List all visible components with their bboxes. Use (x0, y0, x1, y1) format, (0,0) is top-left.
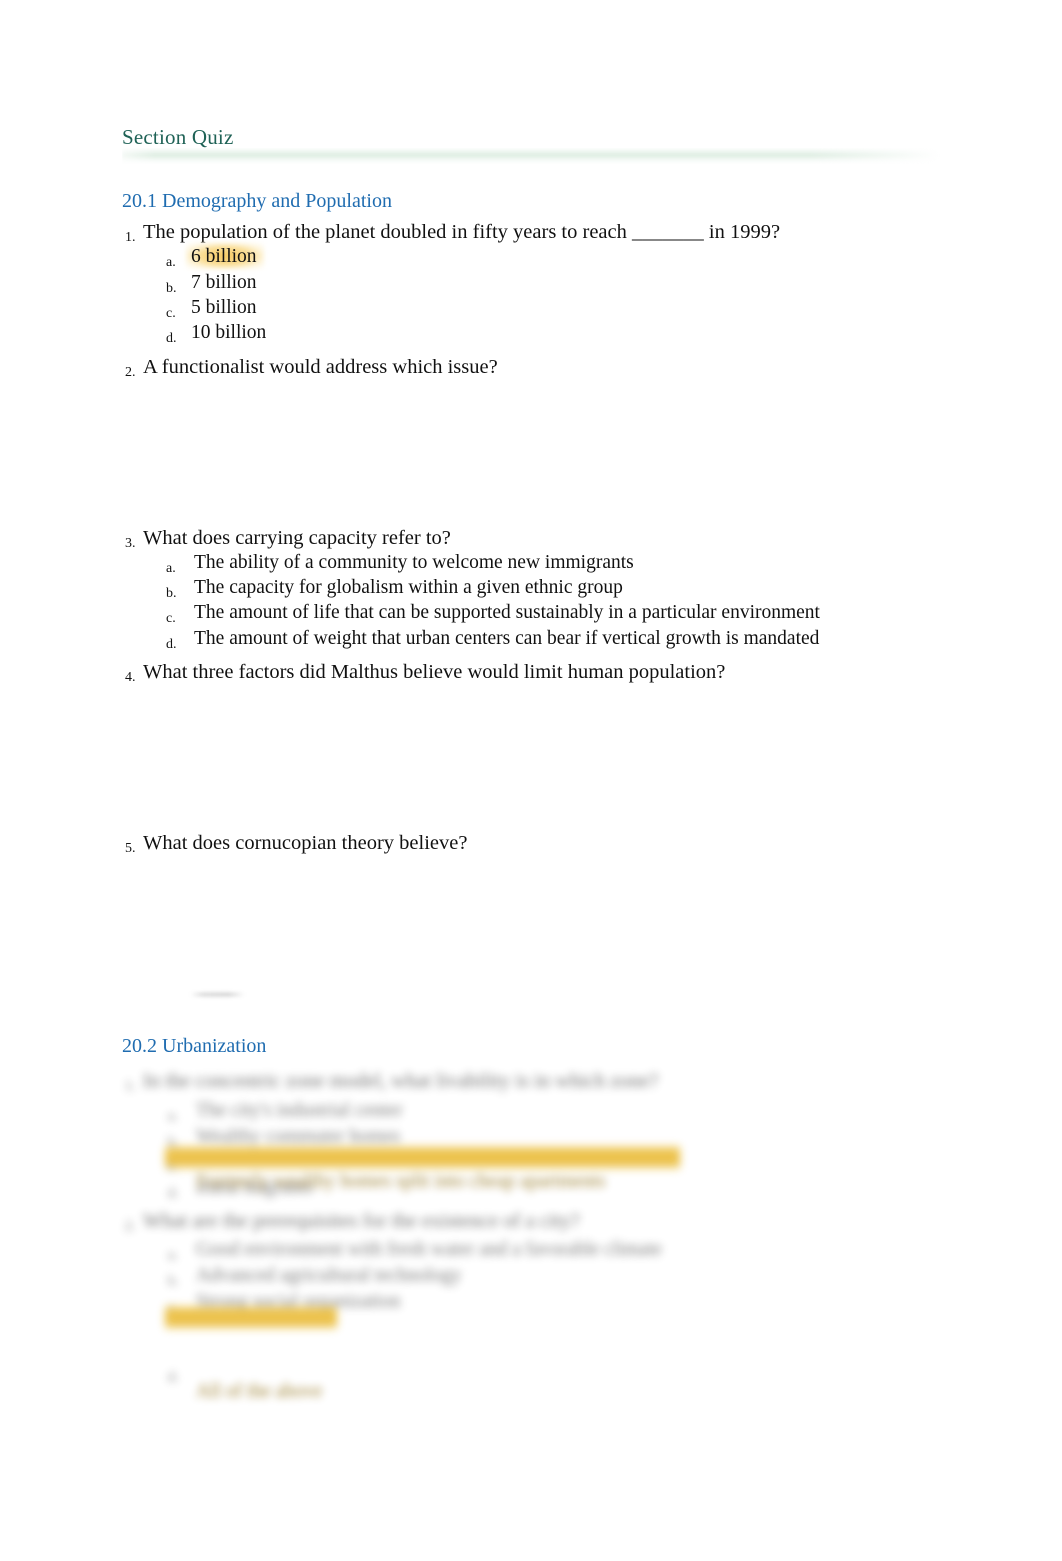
question-text: In the concentric zone model, what livab… (143, 1070, 659, 1092)
option-text: Advanced agricultural technology (196, 1265, 462, 1286)
option-text: 7 billion (191, 272, 257, 293)
answer-space[interactable] (143, 385, 903, 515)
title-divider (122, 148, 940, 164)
option-text: The capacity for globalism within a give… (194, 577, 623, 598)
question-number: 3. (125, 536, 136, 551)
option-letter: d. (166, 331, 177, 346)
answer-space[interactable] (143, 692, 903, 820)
question-text: A functionalist would address which issu… (143, 356, 498, 378)
question-text: What are the prerequisites for the exist… (143, 1210, 580, 1232)
option-letter: d. (166, 637, 177, 652)
question-number: 4. (125, 670, 136, 685)
option-letter: b. (166, 586, 177, 601)
option-text: 6 billion (191, 246, 257, 267)
option-letter: a. (168, 1248, 178, 1263)
question-number: 1. (125, 230, 136, 245)
redacted-section-content: 1. In the concentric zone model, what li… (0, 1060, 1062, 1402)
option-text: The amount of weight that urban centers … (194, 628, 820, 649)
page-title: Section Quiz (122, 125, 234, 149)
answer-space[interactable] (143, 864, 903, 990)
option-text: All of the above (196, 1381, 323, 1402)
question-number: 2. (125, 1219, 136, 1234)
option-text: 10 billion (191, 322, 267, 343)
option-letter: c. (166, 611, 176, 626)
option-letter: b. (166, 281, 177, 296)
option-text: The city's industrial center (196, 1100, 403, 1121)
question-number: 1. (125, 1079, 136, 1094)
section-heading-demography: 20.1 Demography and Population (122, 190, 392, 212)
question-text: What three factors did Malthus believe w… (143, 661, 726, 683)
question-text: What does carrying capacity refer to? (143, 527, 451, 549)
option-letter: c. (166, 306, 176, 321)
option-letter: d. (168, 1186, 179, 1201)
pencil-smudge-mark (190, 992, 245, 997)
option-text: 5 billion (191, 297, 257, 318)
document-page: Section Quiz 20.1 Demography and Populat… (0, 0, 1062, 1561)
question-text: What does cornucopian theory believe? (143, 832, 468, 854)
section-heading-urbanization: 20.2 Urbanization (122, 1035, 267, 1057)
option-text: Good environment with fresh water and a … (196, 1239, 662, 1260)
option-text: The ability of a community to welcome ne… (194, 552, 634, 573)
option-letter: a. (166, 561, 176, 576)
option-letter: b. (168, 1274, 179, 1289)
option-letter: a. (168, 1109, 178, 1124)
question-text: The population of the planet doubled in … (143, 221, 781, 243)
answer-highlight (165, 1305, 337, 1330)
option-text: Formerly wealthy homes split into cheap … (196, 1171, 606, 1192)
option-letter: a. (166, 255, 176, 270)
question-number: 2. (125, 365, 136, 380)
question-number: 5. (125, 841, 136, 856)
option-text: The amount of life that can be supported… (194, 602, 820, 623)
